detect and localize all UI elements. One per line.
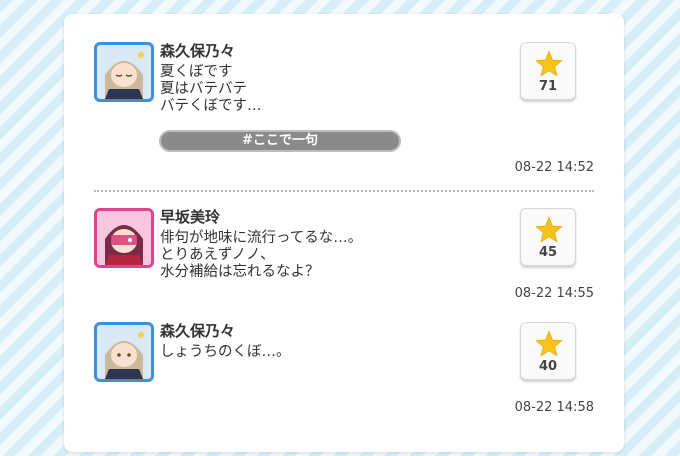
post-message: しょうちのくぼ…。 [160, 344, 291, 360]
star-button[interactable]: 45 [520, 208, 576, 266]
post-timestamp: 08-22 14:55 [514, 286, 594, 301]
avatar[interactable] [94, 42, 154, 102]
avatar-morikubo-icon [97, 45, 151, 99]
post-message: 夏くぼです 夏はバテバテ バテくぼです… [160, 64, 262, 114]
star-count: 40 [538, 359, 558, 374]
avatar[interactable] [94, 322, 154, 382]
hashtag-button[interactable]: #ここで一句 [159, 130, 401, 152]
star-button[interactable]: 40 [520, 322, 576, 380]
timeline-panel: 森久保乃々 夏くぼです 夏はバテバテ バテくぼです… #ここで一句 71 08-… [64, 14, 624, 452]
star-count: 71 [538, 79, 558, 94]
post-timestamp: 08-22 14:52 [514, 160, 594, 175]
poster-name: 森久保乃々 [160, 322, 236, 340]
star-button[interactable]: 71 [520, 42, 576, 100]
divider [94, 190, 594, 192]
star-icon [535, 330, 563, 357]
star-icon [535, 216, 563, 243]
poster-name: 森久保乃々 [160, 42, 236, 60]
star-icon [535, 50, 563, 77]
post-message: 俳句が地味に流行ってるな…。 とりあえずノノ、 水分補給は忘れるなよ？ [160, 230, 363, 280]
avatar[interactable] [94, 208, 154, 268]
avatar-hayasaka-icon [97, 211, 151, 265]
post-timestamp: 08-22 14:58 [514, 400, 594, 415]
avatar-morikubo-icon [97, 325, 151, 379]
poster-name: 早坂美玲 [160, 208, 221, 226]
star-count: 45 [538, 245, 558, 260]
